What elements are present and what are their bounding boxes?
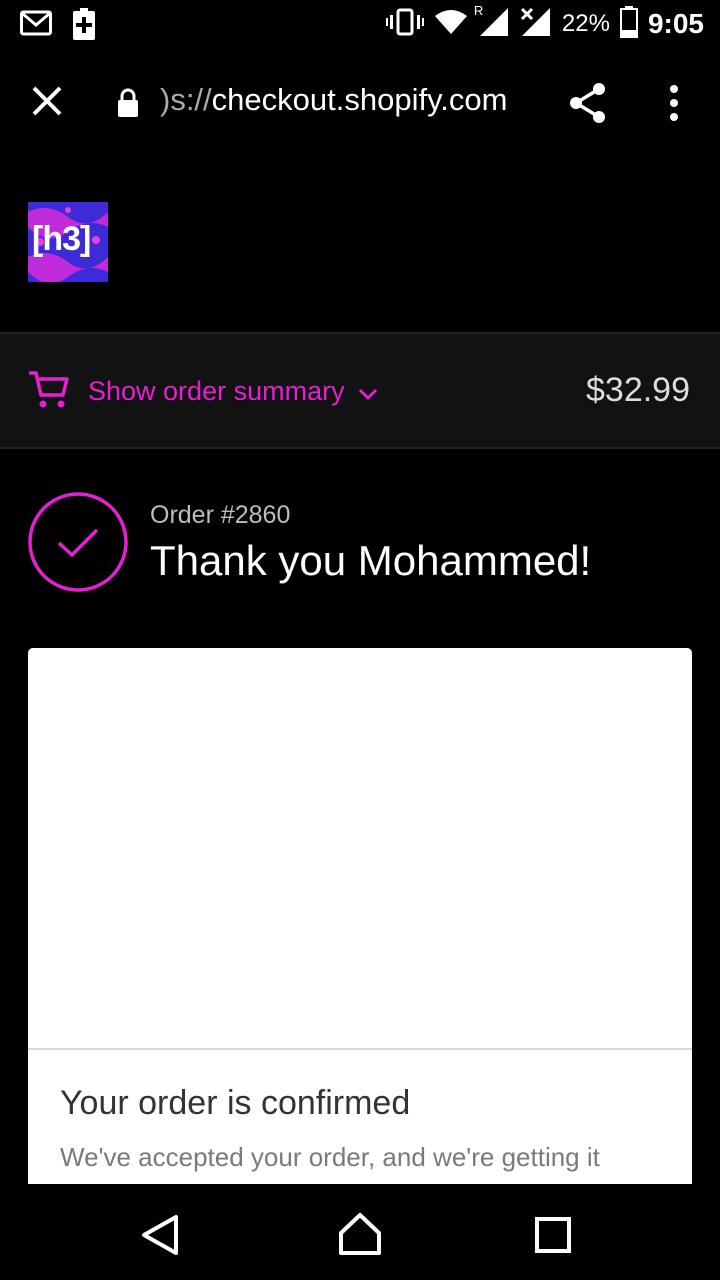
lock-icon <box>116 88 140 123</box>
cart-icon <box>28 370 70 415</box>
battery-plus-icon <box>72 8 96 45</box>
battery-percent: 22% <box>561 10 610 37</box>
clock: 9:05 <box>647 8 704 39</box>
check-circle-icon <box>28 492 128 592</box>
vibrate-icon <box>385 8 424 41</box>
home-icon[interactable] <box>338 1212 382 1261</box>
logo-text: [h3] <box>32 220 91 258</box>
order-confirmed-card: Your order is confirmed We've accepted y… <box>28 648 692 1188</box>
map-area <box>28 648 692 1050</box>
status-right: R 22% 9:05 <box>385 3 704 43</box>
roaming-indicator: R <box>473 2 484 18</box>
share-icon[interactable] <box>568 82 608 129</box>
gmail-icon <box>20 8 52 43</box>
more-vert-icon[interactable] <box>664 84 684 127</box>
url-bar[interactable]: )s://checkout.shopify.com <box>160 82 507 118</box>
signal-off-icon <box>520 7 552 42</box>
thank-you-heading: Thank you Mohammed! <box>150 537 592 584</box>
url-prefix: )s:// <box>160 82 212 117</box>
battery-icon <box>619 5 638 43</box>
chevron-down-icon <box>358 377 378 408</box>
card-title: Your order is confirmed <box>60 1084 411 1122</box>
wifi-icon <box>434 8 468 41</box>
back-icon[interactable] <box>140 1214 180 1261</box>
card-body: We've accepted your order, and we're get… <box>60 1142 600 1172</box>
url-domain: checkout.shopify.com <box>211 82 508 117</box>
signal-icon: R <box>474 3 510 42</box>
close-icon[interactable] <box>30 84 64 123</box>
order-number: Order #2860 <box>150 501 291 529</box>
status-bar: R 22% 9:05 <box>0 0 720 50</box>
show-order-summary-toggle[interactable]: Show order summary <box>88 376 378 408</box>
recents-icon[interactable] <box>535 1217 571 1258</box>
navigation-bar <box>0 1184 720 1280</box>
show-order-summary-label: Show order summary <box>88 376 345 406</box>
store-logo[interactable]: [h3] <box>28 202 108 282</box>
order-total: $32.99 <box>586 371 690 409</box>
